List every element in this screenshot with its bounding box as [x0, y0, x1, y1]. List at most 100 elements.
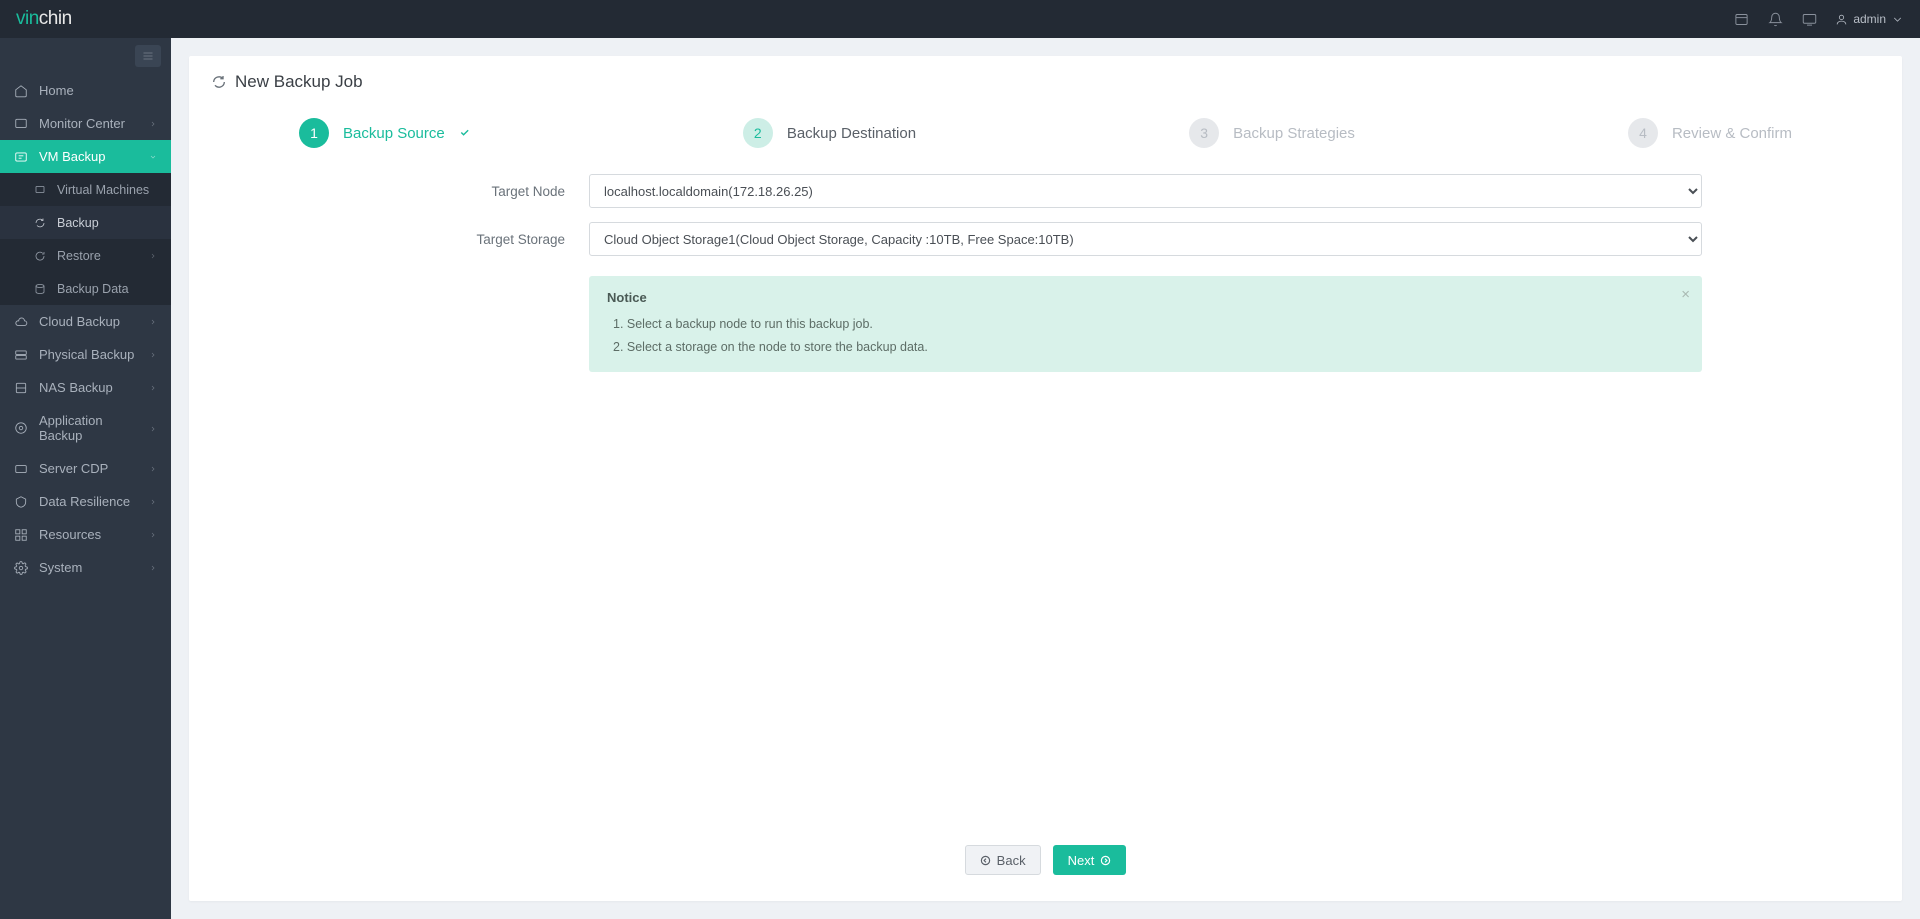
close-icon[interactable]: ×	[1681, 286, 1690, 303]
brand-part2: chin	[39, 8, 72, 29]
topbar-right: admin	[1733, 11, 1904, 27]
step-1[interactable]: 1 Backup Source	[299, 118, 470, 148]
vm-backup-icon	[14, 149, 29, 164]
sidebar-toggle-button[interactable]	[135, 45, 161, 67]
sidebar-item-label: Resources	[39, 527, 101, 542]
sidebar: Home Monitor Center VM Backup Virtual Ma…	[0, 38, 171, 919]
chevron-right-icon	[149, 527, 157, 542]
sidebar-item-label: Physical Backup	[39, 347, 134, 362]
notice-line-1: 1. Select a backup node to run this back…	[613, 313, 1684, 336]
chevron-right-icon	[149, 380, 157, 395]
cloud-icon	[14, 314, 29, 329]
topbar: vinchin admin	[0, 0, 1920, 38]
user-menu[interactable]: admin	[1835, 12, 1904, 26]
chevron-down-icon	[149, 149, 157, 164]
chevron-right-icon	[149, 461, 157, 476]
sidebar-item-label: NAS Backup	[39, 380, 113, 395]
notice-box: × Notice 1. Select a backup node to run …	[589, 276, 1702, 372]
sidebar-item-home[interactable]: Home	[0, 74, 171, 107]
sidebar-item-vm-backup[interactable]: VM Backup	[0, 140, 171, 173]
chevron-down-icon	[1891, 13, 1904, 26]
row-notice: × Notice 1. Select a backup node to run …	[389, 270, 1702, 372]
sidebar-item-resources[interactable]: Resources	[0, 518, 171, 551]
sidebar-item-monitor-center[interactable]: Monitor Center	[0, 107, 171, 140]
label-target-node: Target Node	[389, 184, 589, 199]
nas-icon	[14, 380, 29, 395]
back-button[interactable]: Back	[965, 845, 1041, 875]
sidebar-item-label: Application Backup	[39, 413, 139, 443]
sidebar-item-application-backup[interactable]: Application Backup	[0, 404, 171, 452]
back-button-label: Back	[997, 853, 1026, 868]
layout: Home Monitor Center VM Backup Virtual Ma…	[0, 38, 1920, 919]
notice-line-2: 2. Select a storage on the node to store…	[613, 336, 1684, 359]
form-area: Target Node localhost.localdomain(172.18…	[189, 174, 1902, 406]
row-target-storage: Target Storage Cloud Object Storage1(Clo…	[389, 222, 1702, 256]
step-3: 3 Backup Strategies	[1189, 118, 1355, 148]
panel-footer: Back Next	[189, 827, 1902, 901]
user-name: admin	[1853, 12, 1886, 26]
sidebar-item-cloud-backup[interactable]: Cloud Backup	[0, 305, 171, 338]
sidebar-item-label: VM Backup	[39, 149, 105, 164]
sidebar-item-label: Cloud Backup	[39, 314, 120, 329]
sidebar-item-label: Backup	[57, 216, 99, 230]
main: New Backup Job 1 Backup Source 2 Backup …	[171, 38, 1920, 919]
step-number: 1	[299, 118, 329, 148]
panel-header: New Backup Job	[189, 56, 1902, 108]
sidebar-item-system[interactable]: System	[0, 551, 171, 584]
brand-part1: vin	[16, 8, 39, 29]
sidebar-item-label: System	[39, 560, 82, 575]
sidebar-item-server-cdp[interactable]: Server CDP	[0, 452, 171, 485]
step-label: Backup Strategies	[1233, 125, 1355, 142]
step-label: Review & Confirm	[1672, 125, 1792, 142]
sidebar-item-label: Monitor Center	[39, 116, 125, 131]
step-2[interactable]: 2 Backup Destination	[743, 118, 916, 148]
sidebar-item-physical-backup[interactable]: Physical Backup	[0, 338, 171, 371]
sidebar-item-label: Server CDP	[39, 461, 108, 476]
stepper: 1 Backup Source 2 Backup Destination 3 B…	[189, 108, 1902, 174]
sidebar-item-nas-backup[interactable]: NAS Backup	[0, 371, 171, 404]
sidebar-item-label: Home	[39, 83, 74, 98]
refresh-icon	[211, 74, 227, 90]
target-storage-select[interactable]: Cloud Object Storage1(Cloud Object Stora…	[589, 222, 1702, 256]
notice-title: Notice	[607, 290, 1684, 305]
sidebar-item-data-resilience[interactable]: Data Resilience	[0, 485, 171, 518]
next-button-label: Next	[1068, 853, 1095, 868]
sidebar-item-label: Data Resilience	[39, 494, 130, 509]
step-number: 3	[1189, 118, 1219, 148]
step-4: 4 Review & Confirm	[1628, 118, 1792, 148]
bell-icon[interactable]	[1767, 11, 1783, 27]
sidebar-item-backup[interactable]: Backup	[0, 206, 171, 239]
step-label: Backup Source	[343, 125, 445, 142]
refresh-icon	[34, 215, 47, 230]
step-label: Backup Destination	[787, 125, 916, 142]
monitor-center-icon	[14, 116, 29, 131]
chevron-right-icon	[149, 314, 157, 329]
arrow-left-icon	[980, 855, 991, 866]
list-icon[interactable]	[1733, 11, 1749, 27]
row-target-node: Target Node localhost.localdomain(172.18…	[389, 174, 1702, 208]
arrow-right-icon	[1100, 855, 1111, 866]
chevron-right-icon	[149, 116, 157, 131]
sidebar-item-backup-data[interactable]: Backup Data	[0, 272, 171, 305]
brand-logo: vinchin	[16, 8, 72, 30]
sidebar-toggle-row	[0, 38, 171, 74]
gear-icon	[14, 560, 29, 575]
home-icon	[14, 83, 29, 98]
sidebar-item-label: Restore	[57, 249, 101, 263]
target-node-select[interactable]: localhost.localdomain(172.18.26.25)	[589, 174, 1702, 208]
resilience-icon	[14, 494, 29, 509]
sidebar-item-virtual-machines[interactable]: Virtual Machines	[0, 173, 171, 206]
monitor-icon[interactable]	[1801, 11, 1817, 27]
chevron-right-icon	[149, 421, 157, 436]
cdp-icon	[14, 461, 29, 476]
sidebar-item-restore[interactable]: Restore	[0, 239, 171, 272]
restore-icon	[34, 248, 47, 263]
panel: New Backup Job 1 Backup Source 2 Backup …	[189, 56, 1902, 901]
notice-lines: 1. Select a backup node to run this back…	[607, 313, 1684, 358]
next-button[interactable]: Next	[1053, 845, 1127, 875]
step-number: 4	[1628, 118, 1658, 148]
chevron-right-icon	[149, 560, 157, 575]
page-title: New Backup Job	[235, 72, 363, 92]
notice-wrapper: × Notice 1. Select a backup node to run …	[589, 270, 1702, 372]
chevron-right-icon	[149, 494, 157, 509]
